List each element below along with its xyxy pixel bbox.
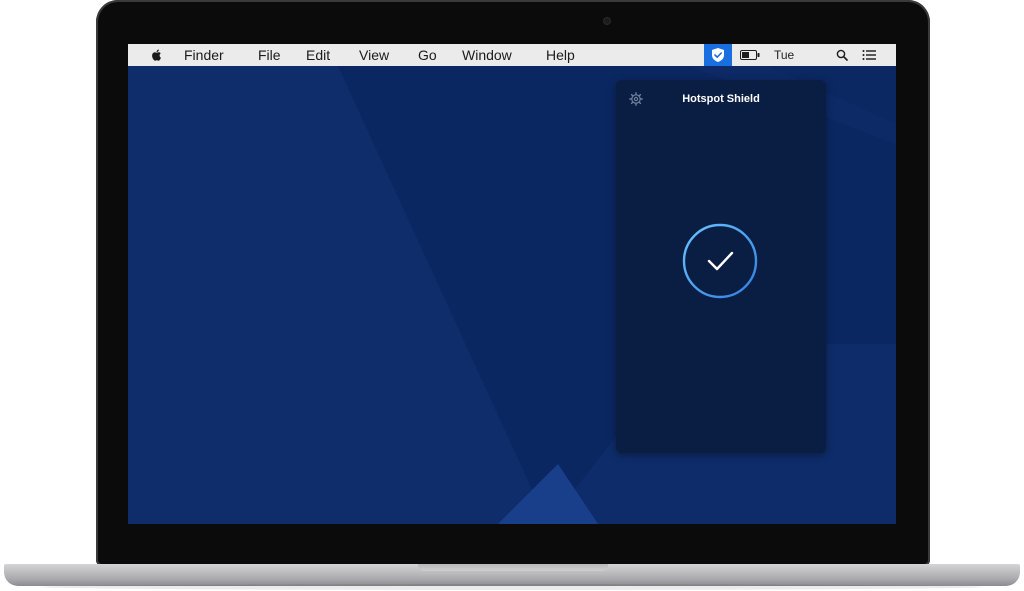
menu-clock[interactable]: Tue — [774, 44, 794, 66]
list-icon[interactable] — [862, 49, 876, 61]
hotspot-shield-panel: Hotspot Shield — [616, 80, 826, 453]
menu-go[interactable]: Go — [418, 44, 437, 66]
camera-dot — [604, 18, 610, 24]
panel-title: Hotspot Shield — [682, 93, 760, 105]
laptop-mockup: Finder File Edit View Go Window Help Tue — [0, 0, 1024, 591]
connection-toggle-button[interactable] — [682, 223, 758, 299]
menu-edit[interactable]: Edit — [306, 44, 330, 66]
menu-window[interactable]: Window — [462, 44, 512, 66]
menu-view[interactable]: View — [359, 44, 389, 66]
desktop-screen: Finder File Edit View Go Window Help Tue — [128, 44, 896, 524]
laptop-shadow — [40, 584, 984, 590]
apple-icon[interactable] — [150, 48, 164, 62]
menu-bar: Finder File Edit View Go Window Help Tue — [128, 44, 896, 66]
menu-help[interactable]: Help — [546, 44, 575, 66]
battery-icon[interactable] — [740, 50, 760, 60]
menu-finder[interactable]: Finder — [184, 44, 224, 66]
search-icon[interactable] — [836, 49, 848, 61]
shield-check-icon — [712, 48, 724, 62]
menu-file[interactable]: File — [258, 44, 281, 66]
hotspot-shield-menu-icon[interactable] — [704, 44, 732, 66]
laptop-base-notch — [418, 564, 608, 571]
laptop-base — [4, 564, 1020, 586]
